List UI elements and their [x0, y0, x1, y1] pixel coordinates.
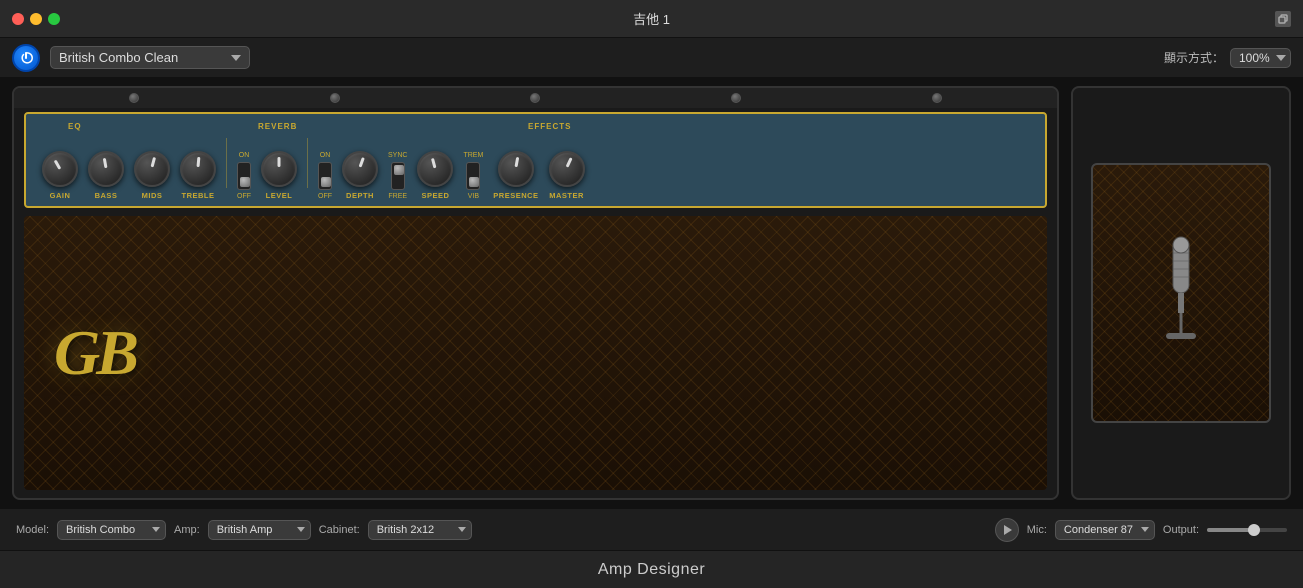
cabinet-label: Cabinet: — [319, 524, 360, 536]
amp-dropdown[interactable]: British Amp American Amp — [208, 520, 311, 540]
output-slider[interactable] — [1207, 528, 1287, 532]
amp-label: Amp: — [174, 524, 200, 536]
depth-label: DEPTH — [346, 191, 374, 200]
controls-panel: EQ REVERB EFFECTS GAIN BASS — [24, 112, 1047, 208]
effects-on-label: ON — [320, 152, 331, 159]
amp-unit: EQ REVERB EFFECTS GAIN BASS — [12, 86, 1059, 500]
sync-toggle[interactable] — [391, 162, 405, 190]
level-label: LEVEL — [266, 191, 293, 200]
microphone-icon — [1156, 233, 1206, 353]
vib-label: VIB — [468, 193, 479, 200]
speaker-cabinet: GB — [24, 216, 1047, 490]
restore-icon[interactable] — [1275, 11, 1291, 27]
treble-group: TREBLE — [180, 151, 216, 200]
traffic-lights — [12, 13, 60, 25]
presence-group: PRESENCE — [493, 151, 538, 200]
knobs-row: GAIN BASS MIDS TREBLE — [38, 138, 1033, 200]
bass-group: BASS — [88, 151, 124, 200]
level-group: LEVEL — [261, 151, 297, 200]
main-content: EQ REVERB EFFECTS GAIN BASS — [0, 78, 1303, 508]
minimize-button[interactable] — [30, 13, 42, 25]
display-dropdown[interactable]: 100% 75% 125% — [1230, 48, 1291, 68]
mic-dropdown[interactable]: Condenser 87 Dynamic 57 Ribbon 121 — [1055, 520, 1155, 540]
speed-knob[interactable] — [417, 151, 453, 187]
reverb-on-label: ON — [239, 152, 250, 159]
preset-dropdown[interactable]: British Combo Clean British Combo Britis… — [50, 46, 250, 69]
cabinet-unit — [1071, 86, 1291, 500]
reverb-switch-group: ON OFF — [237, 152, 251, 200]
master-label: MASTER — [549, 191, 584, 200]
sync-free-group: SYNC FREE — [388, 152, 407, 200]
app-title: Amp Designer — [598, 561, 705, 579]
treble-knob[interactable] — [180, 151, 216, 187]
trem-toggle[interactable] — [466, 162, 480, 190]
mids-knob[interactable] — [134, 151, 170, 187]
eq-section-label: EQ — [68, 122, 82, 131]
speed-label: SPEED — [421, 191, 449, 200]
bass-label: BASS — [95, 191, 118, 200]
depth-knob[interactable] — [342, 151, 378, 187]
master-group: MASTER — [549, 151, 585, 200]
cabinet-inner — [1091, 163, 1271, 423]
mic-label: Mic: — [1027, 524, 1047, 536]
trem-label: TREM — [463, 152, 483, 159]
model-label: Model: — [16, 524, 49, 536]
bolt-5 — [932, 93, 942, 103]
gb-logo: GB — [54, 316, 135, 390]
model-dropdown[interactable]: British Combo British Stack American Cle… — [57, 520, 166, 540]
play-button[interactable] — [995, 518, 1019, 542]
window-title: 吉他 1 — [633, 9, 670, 28]
effects-section-label: EFFECTS — [528, 122, 571, 131]
master-knob[interactable] — [549, 151, 585, 187]
power-button[interactable] — [12, 44, 40, 72]
effects-toggle[interactable] — [318, 162, 332, 190]
maximize-button[interactable] — [48, 13, 60, 25]
close-button[interactable] — [12, 13, 24, 25]
mids-group: MIDS — [134, 151, 170, 200]
effects-switch-group: ON OFF — [318, 152, 332, 200]
reverb-section-label: REVERB — [258, 122, 297, 131]
depth-group: DEPTH — [342, 151, 378, 200]
cabinet-dropdown[interactable]: British 2x12 British 4x12 American 1x12 — [368, 520, 472, 540]
mids-label: MIDS — [142, 191, 163, 200]
sync-label: SYNC — [388, 152, 407, 159]
display-controls: 顯示方式： 100% 75% 125% — [1164, 48, 1291, 68]
bolt-4 — [731, 93, 741, 103]
eq-reverb-divider — [226, 138, 227, 188]
bolt-3 — [530, 93, 540, 103]
speed-group: SPEED — [417, 151, 453, 200]
bolt-1 — [129, 93, 139, 103]
cabinet-display — [1071, 86, 1291, 500]
trem-vib-group: TREM VIB — [463, 152, 483, 200]
title-bar-right — [1275, 11, 1291, 27]
level-knob[interactable] — [261, 151, 297, 187]
gain-knob[interactable] — [42, 151, 78, 187]
display-label: 顯示方式： — [1164, 49, 1224, 66]
reverb-toggle[interactable] — [237, 162, 251, 190]
bass-knob[interactable] — [88, 151, 124, 187]
effects-off-label: OFF — [318, 193, 332, 200]
treble-label: TREBLE — [182, 191, 215, 200]
presence-label: PRESENCE — [493, 191, 538, 200]
controls-bar: British Combo Clean British Combo Britis… — [0, 38, 1303, 78]
gain-label: GAIN — [50, 191, 71, 200]
gain-group: GAIN — [42, 151, 78, 200]
footer: Amp Designer — [0, 550, 1303, 588]
amp-bolts — [14, 88, 1057, 108]
reverb-off-label: OFF — [237, 193, 251, 200]
free-label: FREE — [388, 193, 407, 200]
title-bar: 吉他 1 — [0, 0, 1303, 38]
presence-knob[interactable] — [498, 151, 534, 187]
output-label: Output: — [1163, 524, 1199, 536]
bottom-bar: Model: British Combo British Stack Ameri… — [0, 508, 1303, 550]
bolt-2 — [330, 93, 340, 103]
reverb-effects-divider — [307, 138, 308, 188]
